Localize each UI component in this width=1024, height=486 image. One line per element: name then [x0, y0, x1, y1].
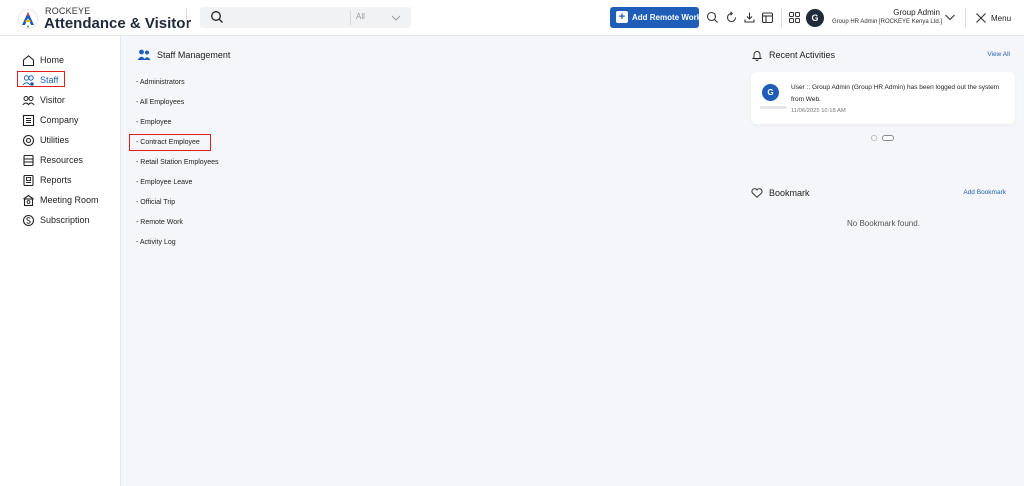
staff-highlight-box [17, 71, 65, 87]
staff-menu-remote-work[interactable]: - Remote Work [136, 219, 183, 226]
sidebar-item-label: Resources [40, 155, 84, 165]
sidebar-item-label: Subscription [40, 215, 90, 225]
staff-menu-administrators[interactable]: - Administrators [136, 79, 185, 86]
staff-menu-activity-log[interactable]: - Activity Log [136, 239, 176, 246]
plus-icon: + [616, 11, 628, 23]
staff-management-title: Staff Management [157, 50, 231, 60]
sidebar-item-label: Reports [40, 175, 72, 185]
activity-text: User :: Group Admin (Group HR Admin) has… [791, 84, 1000, 103]
search-bar[interactable]: All [200, 7, 411, 28]
sidebar-item-label: Visitor [40, 95, 65, 105]
view-all-link[interactable]: View All [987, 51, 1010, 58]
header-divider [781, 8, 782, 28]
staff-management-icon [137, 49, 151, 60]
user-role[interactable]: Group HR Admin [ROCKEYE Kenya Ltd.] [832, 19, 942, 25]
sidebar-item-label: Company [40, 115, 79, 125]
reports-icon [23, 174, 34, 187]
home-icon [22, 55, 35, 67]
sidebar-item-utilities[interactable]: Utilities [22, 133, 117, 149]
sidebar-item-label: Meeting Room [40, 195, 99, 205]
header-divider [186, 8, 187, 28]
download-icon[interactable] [743, 11, 756, 24]
header-divider [965, 8, 966, 28]
staff-menu-retail-station-employees[interactable]: - Retail Station Employees [136, 159, 218, 166]
contract-employee-highlight-box [129, 134, 211, 151]
sidebar-item-meeting-room[interactable]: Meeting Room [22, 193, 117, 209]
staff-menu-official-trip[interactable]: - Official Trip [136, 199, 175, 206]
heart-icon [751, 188, 763, 198]
sidebar-item-label: Utilities [40, 135, 70, 145]
chevron-down-icon[interactable] [390, 12, 402, 24]
staff-menu-all-employees[interactable]: - All Employees [136, 99, 184, 106]
activity-time: 11/06/2025 10:18 AM [791, 108, 846, 114]
recent-activities-title: Recent Activities [769, 50, 836, 60]
activity-card[interactable]: G User :: Group Admin (Group HR Admin) h… [751, 72, 1015, 124]
add-bookmark-link[interactable]: Add Bookmark [963, 189, 1006, 196]
bell-icon [752, 51, 762, 61]
staff-menu-employee[interactable]: - Employee [136, 119, 171, 126]
search-icon[interactable] [706, 11, 719, 24]
add-remote-work-button[interactable]: + Add Remote Work [610, 7, 702, 28]
sidebar: Home Staff Visitor Company Utilities Res… [0, 36, 121, 486]
meeting-room-icon [23, 194, 34, 207]
user-name[interactable]: Group Admin [893, 8, 940, 17]
bookmark-empty-text: No Bookmark found. [847, 219, 920, 228]
rockeye-logo-icon [18, 9, 38, 29]
carousel-dot[interactable] [871, 135, 877, 141]
search-icon[interactable] [210, 10, 224, 24]
menu-label[interactable]: Menu [991, 14, 1011, 23]
utilities-icon [22, 134, 35, 147]
subscription-icon [22, 214, 35, 227]
avatar-shadow [760, 106, 787, 109]
close-menu-icon[interactable] [975, 12, 987, 24]
app-title: Attendance & Visitor [44, 15, 192, 32]
sidebar-item-resources[interactable]: Resources [22, 153, 117, 169]
refresh-icon[interactable] [725, 11, 738, 24]
sidebar-item-label: Home [40, 55, 65, 65]
calendar-icon[interactable] [761, 11, 774, 24]
search-divider [350, 10, 351, 25]
add-remote-work-label: Add Remote Work [632, 13, 702, 22]
activity-avatar: G [762, 84, 779, 101]
sidebar-item-visitor[interactable]: Visitor [22, 93, 117, 109]
search-filter-select[interactable]: All [356, 12, 365, 21]
sidebar-item-company[interactable]: Company [22, 113, 117, 129]
chevron-down-icon[interactable] [943, 10, 957, 24]
user-avatar[interactable]: G [806, 9, 824, 27]
sidebar-item-reports[interactable]: Reports [22, 173, 117, 189]
carousel-dot-active[interactable] [882, 135, 894, 141]
visitor-icon [22, 96, 35, 106]
company-icon [22, 114, 35, 127]
sidebar-item-home[interactable]: Home [22, 53, 117, 69]
resources-icon [23, 154, 34, 167]
apps-grid-icon[interactable] [788, 11, 801, 24]
staff-menu-employee-leave[interactable]: - Employee Leave [136, 179, 192, 186]
bookmark-title: Bookmark [769, 188, 810, 198]
top-header: ROCKEYE Attendance & Visitor All + Add R… [0, 0, 1024, 36]
sidebar-item-subscription[interactable]: Subscription [22, 213, 117, 229]
